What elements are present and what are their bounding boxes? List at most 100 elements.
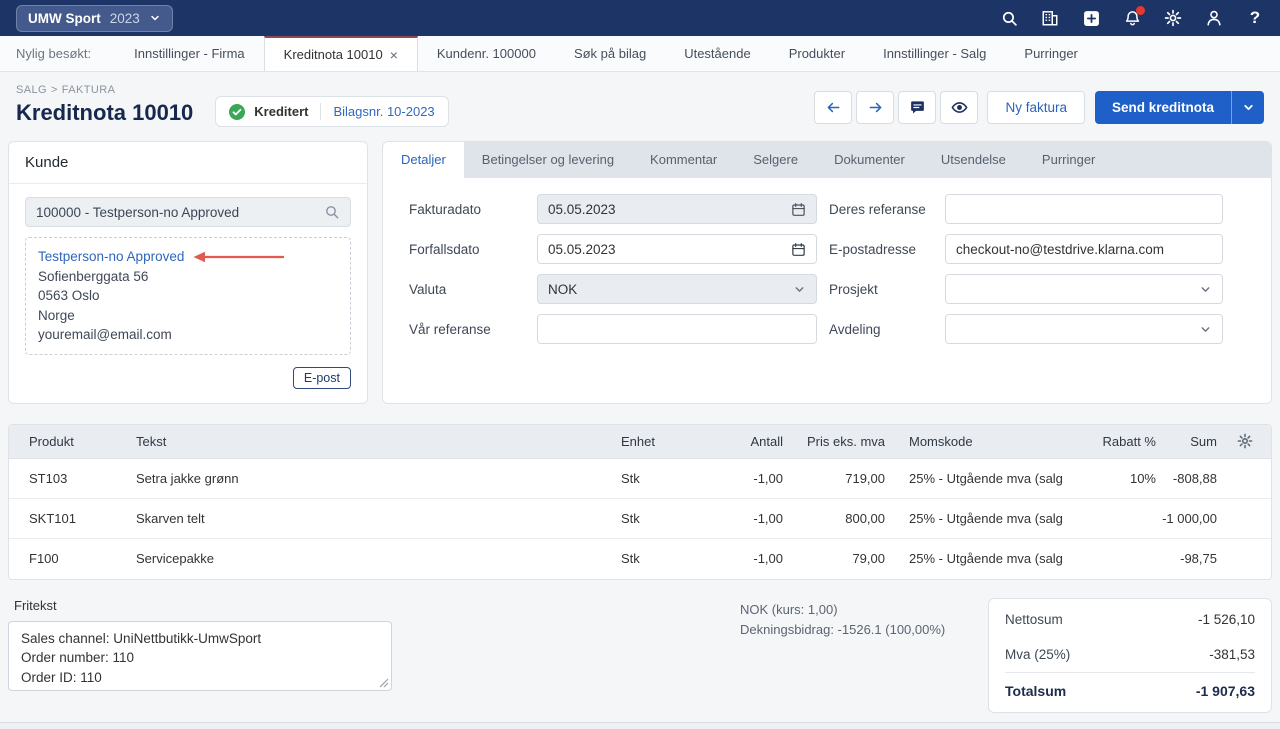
send-creditnote-group: Send kreditnota bbox=[1094, 91, 1264, 124]
table-settings-button[interactable] bbox=[1217, 433, 1253, 449]
address-line: youremail@email.com bbox=[38, 327, 172, 342]
forfallsdato-label: Forfallsdato bbox=[409, 241, 480, 257]
address-line: 0563 Oslo bbox=[38, 288, 100, 303]
email-button[interactable]: E-post bbox=[292, 366, 351, 389]
table-header-row: Produkt Tekst Enhet Antall Pris eks. mva… bbox=[9, 424, 1271, 459]
tab-utsendelse[interactable]: Utsendelse bbox=[923, 142, 1024, 178]
totals-card: Nettosum -1 526,10 Mva (25%) -381,53 Tot… bbox=[988, 597, 1272, 713]
arrow-left-icon bbox=[827, 102, 840, 113]
col-rabatt: Rabatt % bbox=[1102, 433, 1156, 449]
fritekst-label: Fritekst bbox=[14, 597, 57, 613]
table-row[interactable]: ST103 Setra jakke grønn Stk -1,00 719,00… bbox=[9, 459, 1271, 499]
col-momskode: Momskode bbox=[909, 433, 973, 449]
recent-item-purringer[interactable]: Purringer bbox=[1005, 36, 1096, 71]
voucher-link[interactable]: Bilagsnr. 10-2023 bbox=[333, 104, 434, 119]
next-button[interactable] bbox=[856, 91, 895, 124]
avdeling-select[interactable] bbox=[945, 314, 1223, 344]
recent-item-innstillinger-salg[interactable]: Innstillinger - Salg bbox=[864, 36, 1005, 71]
tab-detaljer[interactable]: Detaljer bbox=[383, 142, 464, 178]
status-badge: Kreditert bbox=[254, 104, 309, 119]
eye-icon bbox=[951, 102, 968, 113]
customer-panel: Kunde 100000 - Testperson-no Approved Te… bbox=[8, 141, 368, 404]
col-antall: Antall bbox=[750, 433, 783, 449]
recent-item-produkter[interactable]: Produkter bbox=[770, 36, 864, 71]
notifications-icon[interactable] bbox=[1123, 6, 1145, 27]
company-register-icon[interactable] bbox=[1041, 9, 1059, 27]
send-options-button[interactable] bbox=[1231, 91, 1264, 124]
recent-item-innstillinger-firma[interactable]: Innstillinger - Firma bbox=[115, 36, 264, 71]
details-tabs: Detaljer Betingelser og levering Komment… bbox=[383, 142, 1271, 178]
col-enhet: Enhet bbox=[621, 433, 655, 449]
var-referanse-label: Vår referanse bbox=[409, 321, 491, 337]
tab-selgere[interactable]: Selgere bbox=[735, 142, 816, 178]
help-icon[interactable]: ? bbox=[1246, 8, 1264, 27]
col-tekst: Tekst bbox=[136, 433, 167, 449]
col-produkt: Produkt bbox=[29, 433, 74, 449]
status-pill: Kreditert Bilagsnr. 10-2023 bbox=[215, 96, 449, 127]
nettosum-row: Nettosum -1 526,10 bbox=[1005, 611, 1255, 627]
breadcrumb: SALG > FAKTURA bbox=[16, 84, 116, 96]
search-icon[interactable] bbox=[1000, 9, 1018, 27]
customer-search-input[interactable]: 100000 - Testperson-no Approved bbox=[25, 197, 351, 227]
col-pris: Pris eks. mva bbox=[806, 433, 885, 449]
recent-item-sok-pa-bilag[interactable]: Søk på bilag bbox=[555, 36, 665, 71]
fakturadato-label: Fakturadato bbox=[409, 201, 482, 217]
fakturadato-input[interactable]: 05.05.2023 bbox=[537, 194, 817, 224]
valuta-select[interactable]: NOK bbox=[537, 274, 817, 304]
settings-icon[interactable] bbox=[1164, 9, 1182, 27]
chevron-down-icon bbox=[1242, 101, 1255, 114]
preview-button[interactable] bbox=[940, 91, 979, 124]
recent-item-kreditnota-active[interactable]: Kreditnota 10010 × bbox=[263, 36, 418, 71]
recent-items: Innstillinger - Firma Kreditnota 10010 ×… bbox=[115, 36, 1097, 71]
recent-nav: Nylig besøkt: Innstillinger - Firma Kred… bbox=[0, 36, 1280, 72]
epostadresse-input[interactable]: checkout-no@testdrive.klarna.com bbox=[945, 234, 1223, 264]
header-actions: Ny faktura Send kreditnota bbox=[814, 91, 1264, 124]
close-icon[interactable]: × bbox=[390, 47, 398, 63]
mva-row: Mva (25%) -381,53 bbox=[1005, 646, 1255, 662]
topbar-icons: ? bbox=[1000, 6, 1264, 27]
user-icon[interactable] bbox=[1205, 9, 1223, 27]
company-name: UMW Sport bbox=[28, 10, 101, 26]
search-icon bbox=[324, 204, 340, 220]
valuta-label: Valuta bbox=[409, 281, 447, 297]
avdeling-label: Avdeling bbox=[829, 321, 881, 337]
table-row[interactable]: F100 Servicepakke Stk -1,00 79,00 25% - … bbox=[9, 539, 1271, 579]
chevron-down-icon bbox=[1199, 323, 1212, 336]
tab-dokumenter[interactable]: Dokumenter bbox=[816, 142, 923, 178]
customer-panel-title: Kunde bbox=[9, 142, 367, 184]
table-row[interactable]: SKT101 Skarven telt Stk -1,00 800,00 25%… bbox=[9, 499, 1271, 539]
line-items-table: Produkt Tekst Enhet Antall Pris eks. mva… bbox=[8, 423, 1272, 580]
resize-handle[interactable] bbox=[379, 678, 389, 688]
fiscal-year: 2023 bbox=[109, 10, 140, 26]
customer-name-link[interactable]: Testperson-no Approved bbox=[38, 247, 184, 267]
fritekst-textarea[interactable]: Sales channel: UniNettbutikk-UmwSport Or… bbox=[8, 620, 392, 691]
epostadresse-label: E-postadresse bbox=[829, 241, 917, 257]
prosjekt-select[interactable] bbox=[945, 274, 1223, 304]
title-block: SALG > FAKTURA Kreditnota 10010 bbox=[16, 84, 193, 126]
send-creditnote-button[interactable]: Send kreditnota bbox=[1095, 91, 1231, 124]
deres-referanse-input[interactable] bbox=[945, 194, 1223, 224]
tab-purringer[interactable]: Purringer bbox=[1024, 142, 1113, 178]
arrow-right-icon bbox=[869, 102, 882, 113]
recent-item-kundenr[interactable]: Kundenr. 100000 bbox=[418, 36, 555, 71]
add-new-icon[interactable] bbox=[1082, 9, 1100, 27]
comment-button[interactable] bbox=[898, 91, 937, 124]
recent-item-utestaende[interactable]: Utestående bbox=[665, 36, 770, 71]
var-referanse-input[interactable] bbox=[537, 314, 817, 344]
comment-icon bbox=[911, 101, 924, 114]
details-panel: Detaljer Betingelser og levering Komment… bbox=[382, 141, 1272, 404]
gear-icon bbox=[1237, 433, 1253, 449]
check-circle-icon bbox=[229, 103, 246, 120]
forfallsdato-input[interactable]: 05.05.2023 bbox=[537, 234, 817, 264]
page-title: Kreditnota 10010 bbox=[16, 100, 194, 125]
recent-label: Nylig besøkt: bbox=[16, 46, 92, 61]
company-selector[interactable]: UMW Sport 2023 bbox=[16, 4, 173, 32]
tab-betingelser-og-levering[interactable]: Betingelser og levering bbox=[464, 142, 632, 178]
address-line: Norge bbox=[38, 307, 75, 323]
previous-button[interactable] bbox=[814, 91, 853, 124]
new-invoice-button[interactable]: Ny faktura bbox=[987, 91, 1085, 124]
chevron-down-icon bbox=[149, 12, 161, 24]
tab-kommentar[interactable]: Kommentar bbox=[632, 142, 735, 178]
chevron-down-icon bbox=[1199, 283, 1212, 296]
prosjekt-label: Prosjekt bbox=[829, 281, 878, 297]
